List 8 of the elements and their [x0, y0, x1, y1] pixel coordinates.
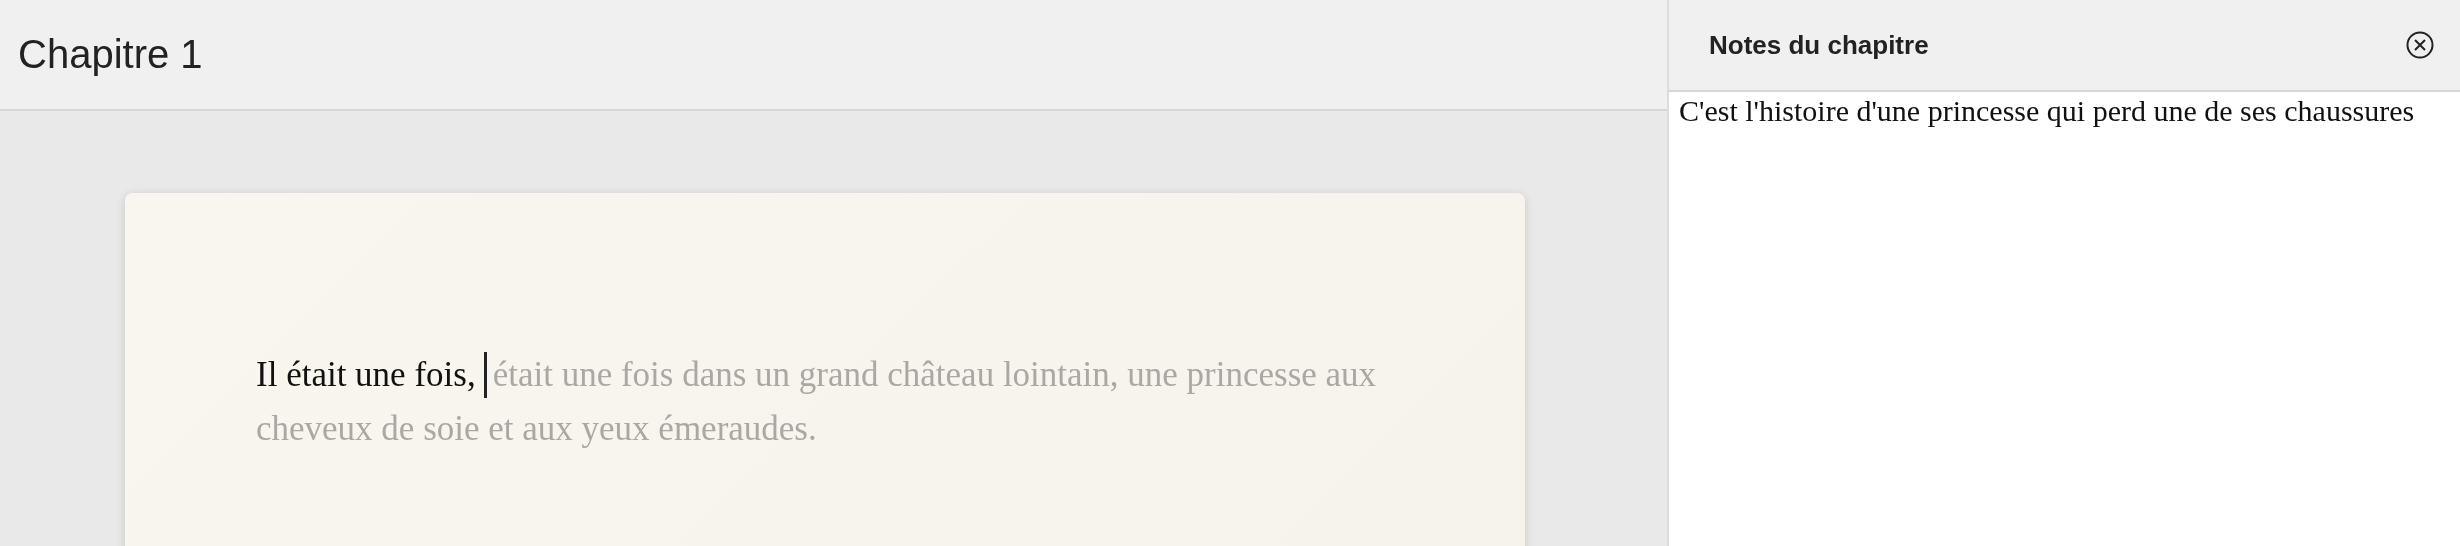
suggestion-text: cheveux de soie et aux yeux émeraudes.	[256, 408, 817, 450]
chapter-title: Chapitre 1	[18, 32, 203, 77]
notes-text[interactable]: C'est l'histoire d'une princesse qui perd une de ses chaussures	[1669, 92, 2460, 130]
notes-title: Notes du chapitre	[1709, 29, 1929, 61]
suggestion-text: était une fois dans un grand château lointain, une princesse aux	[492, 354, 1377, 396]
text-cursor	[483, 352, 487, 398]
typed-text: Il était une fois,	[256, 354, 476, 396]
close-icon[interactable]	[2406, 31, 2434, 59]
